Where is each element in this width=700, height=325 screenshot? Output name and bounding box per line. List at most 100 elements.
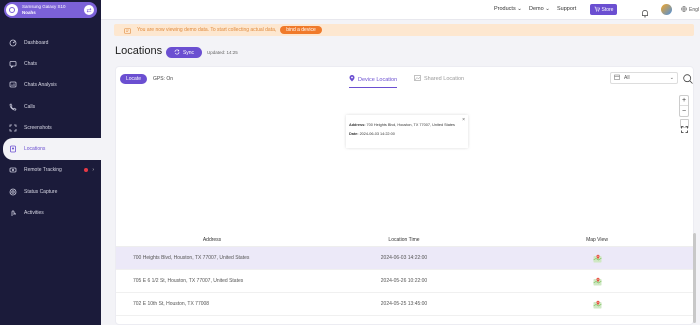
cell-address: 700 Heights Blvd, Houston, TX 77007, Uni… bbox=[133, 255, 250, 261]
gps-status: GPS: On bbox=[153, 76, 174, 82]
sidebar-item-label: Locations bbox=[24, 146, 46, 153]
locations-table: Address Location Time Map View 700 Heigh… bbox=[116, 233, 694, 316]
chevron-right-icon: › bbox=[92, 166, 94, 173]
map-pin-icon[interactable] bbox=[592, 277, 602, 286]
tab-label: Shared Location bbox=[424, 76, 465, 82]
locations-panel: Locate GPS: On Device Location Shared Lo… bbox=[115, 66, 696, 325]
sidebar: Samsung Galaxy S10 Noahs ⇄ Dashboard Cha… bbox=[0, 0, 101, 325]
cell-location-time: 2024-05-26 10:22:00 bbox=[380, 278, 428, 284]
map-pin-icon[interactable] bbox=[592, 254, 602, 263]
shared-map-icon bbox=[414, 75, 421, 83]
sidebar-item-activities[interactable]: Activities bbox=[0, 202, 101, 223]
sidebar-item-chats-analysis[interactable]: Chats Analysis bbox=[0, 75, 101, 96]
tab-label: Device Location bbox=[358, 76, 398, 83]
popup-date: 2024-06-03 14:22:00 bbox=[359, 132, 395, 136]
topbar: Products ⌄ Demo ⌄ Support Store Engl bbox=[101, 0, 700, 20]
page-title: Locations bbox=[115, 45, 163, 57]
zoom-control: + − bbox=[679, 95, 689, 117]
chevron-down-icon: ⌄ bbox=[669, 75, 674, 81]
cell-location-time: 2024-05-25 13:45:00 bbox=[380, 301, 428, 307]
demo-label: Demo bbox=[529, 6, 544, 12]
device-owner: Noahs bbox=[22, 9, 36, 15]
location-pin-icon bbox=[349, 75, 355, 84]
cell-address: 705 E 6 1/2 St, Houston, TX 77007, Unite… bbox=[133, 278, 244, 284]
bell-icon[interactable] bbox=[641, 5, 649, 23]
table-row[interactable]: 700 Heights Blvd, Houston, TX 77007, Uni… bbox=[116, 247, 694, 270]
demo-banner: You are now viewing demo data. To start … bbox=[114, 24, 694, 36]
bind-device-button[interactable]: bind a device bbox=[280, 26, 322, 34]
table-header: Address Location Time Map View bbox=[116, 233, 694, 247]
screenshot-icon bbox=[9, 124, 17, 132]
zoom-in-button[interactable]: + bbox=[680, 96, 688, 106]
table-row[interactable]: 705 E 6 1/2 St, Houston, TX 77007, Unite… bbox=[116, 270, 694, 293]
device-selector[interactable]: Samsung Galaxy S10 Noahs ⇄ bbox=[4, 2, 97, 18]
activities-icon bbox=[9, 209, 17, 217]
map-view[interactable]: × Address: 700 Heights Blvd, Houston, TX… bbox=[116, 89, 693, 228]
demo-menu[interactable]: Demo ⌄ bbox=[529, 6, 550, 12]
sidebar-item-label: Calls bbox=[24, 103, 36, 110]
sidebar-item-label: Screenshots bbox=[24, 124, 52, 131]
avatar[interactable] bbox=[661, 4, 672, 15]
table-scrollbar[interactable] bbox=[693, 233, 696, 323]
sidebar-item-remote-tracking[interactable]: Remote Tracking › bbox=[0, 160, 101, 181]
locate-button[interactable]: Locate bbox=[120, 74, 147, 84]
popup-address-label: Address: bbox=[349, 123, 366, 127]
device-logo-icon bbox=[6, 4, 18, 16]
globe-icon bbox=[681, 6, 687, 14]
phone-icon bbox=[9, 103, 17, 111]
sidebar-item-label: Chats Analysis bbox=[24, 82, 57, 89]
table-row[interactable]: 702 E 10th St, Houston, TX 77008 2024-05… bbox=[116, 293, 694, 316]
sidebar-item-label: Activities bbox=[24, 210, 44, 217]
zoom-out-button[interactable]: − bbox=[680, 106, 688, 116]
filter-select[interactable]: All ⌄ bbox=[610, 72, 678, 84]
store-button[interactable]: Store bbox=[590, 4, 617, 15]
cell-location-time: 2024-06-03 14:22:00 bbox=[380, 255, 428, 261]
sidebar-item-chats[interactable]: Chats bbox=[0, 53, 101, 74]
language-label: Engl bbox=[689, 7, 700, 13]
sidebar-item-screenshots[interactable]: Screenshots bbox=[0, 117, 101, 138]
sidebar-item-locations[interactable]: Locations bbox=[3, 138, 101, 160]
store-label: Store bbox=[601, 6, 614, 13]
close-icon[interactable]: × bbox=[462, 117, 465, 123]
cell-address: 702 E 10th St, Houston, TX 77008 bbox=[133, 301, 210, 307]
sidebar-item-label: Dashboard bbox=[24, 39, 49, 46]
popup-address: 700 Heights Blvd, Houston, TX 77007, Uni… bbox=[366, 123, 455, 127]
chat-analysis-icon bbox=[9, 81, 17, 89]
sidebar-item-label: Remote Tracking bbox=[24, 167, 62, 174]
dashboard-icon bbox=[9, 39, 17, 47]
support-link[interactable]: Support bbox=[557, 6, 576, 12]
fullscreen-icon[interactable] bbox=[680, 119, 689, 133]
switch-device-icon[interactable]: ⇄ bbox=[84, 5, 94, 15]
sidebar-item-dashboard[interactable]: Dashboard bbox=[0, 32, 101, 53]
map-pin-icon[interactable] bbox=[592, 300, 602, 309]
language-selector[interactable]: Engl bbox=[681, 6, 699, 14]
sidebar-item-status-capture[interactable]: Status Capture bbox=[0, 181, 101, 202]
chevron-down-icon: ⌄ bbox=[543, 6, 550, 12]
location-popup: × Address: 700 Heights Blvd, Houston, TX… bbox=[346, 115, 468, 148]
products-menu[interactable]: Products ⌄ bbox=[494, 6, 522, 12]
chevron-down-icon: ⌄ bbox=[515, 6, 522, 12]
column-header-address: Address bbox=[202, 236, 222, 243]
sync-icon bbox=[174, 49, 180, 57]
tab-device-location[interactable]: Device Location bbox=[349, 75, 398, 88]
sidebar-nav: Dashboard Chats Chats Analysis Calls Scr… bbox=[0, 32, 101, 224]
updated-time: Updated: 14:25 bbox=[207, 50, 238, 55]
remote-tracking-icon bbox=[9, 166, 17, 174]
device-name: Samsung Galaxy S10 bbox=[22, 5, 66, 9]
column-header-location-time: Location Time bbox=[388, 236, 420, 243]
popup-date-label: Date: bbox=[349, 132, 359, 136]
products-label: Products bbox=[494, 6, 516, 12]
location-icon bbox=[9, 145, 17, 153]
notification-dot bbox=[84, 167, 88, 172]
sidebar-item-label: Chats bbox=[24, 60, 38, 67]
search-icon[interactable] bbox=[682, 72, 694, 84]
cart-icon bbox=[594, 6, 600, 14]
sidebar-item-label: Status Capture bbox=[24, 188, 58, 195]
tab-shared-location[interactable]: Shared Location bbox=[414, 75, 464, 83]
sidebar-item-calls[interactable]: Calls bbox=[0, 96, 101, 117]
sync-label: Sync bbox=[182, 49, 195, 56]
status-capture-icon bbox=[9, 188, 17, 196]
column-header-map-view: Map View bbox=[586, 236, 608, 243]
sync-button[interactable]: Sync bbox=[166, 47, 202, 58]
info-icon bbox=[124, 21, 131, 39]
